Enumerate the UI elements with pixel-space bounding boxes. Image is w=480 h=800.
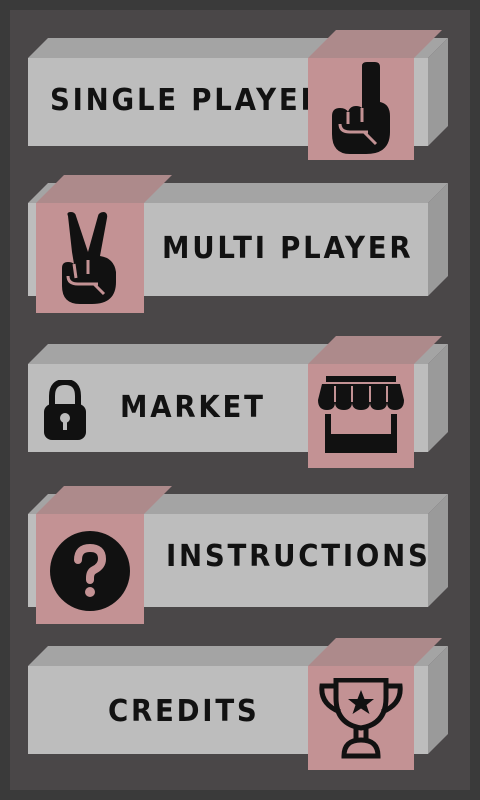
trophy-icon [319, 678, 403, 759]
credits-button[interactable]: CREDITS [0, 630, 480, 780]
single-player-button[interactable]: SINGLE PLAYER [0, 0, 480, 170]
market-button[interactable]: MARKET [0, 330, 480, 480]
lock-icon [44, 380, 86, 440]
single-player-label: SINGLE PLAYER [50, 83, 325, 118]
index-finger-icon [332, 62, 390, 154]
victory-hand-icon [62, 212, 116, 304]
credits-label: CREDITS [108, 694, 260, 729]
multi-player-label: MULTI PLAYER [162, 231, 414, 266]
market-label: MARKET [120, 390, 266, 425]
multi-player-button[interactable]: MULTI PLAYER [0, 170, 480, 320]
storefront-icon [318, 376, 404, 453]
instructions-label: INSTRUCTIONS [166, 539, 431, 574]
instructions-button[interactable]: INSTRUCTIONS [0, 480, 480, 630]
question-circle-icon [50, 531, 130, 611]
